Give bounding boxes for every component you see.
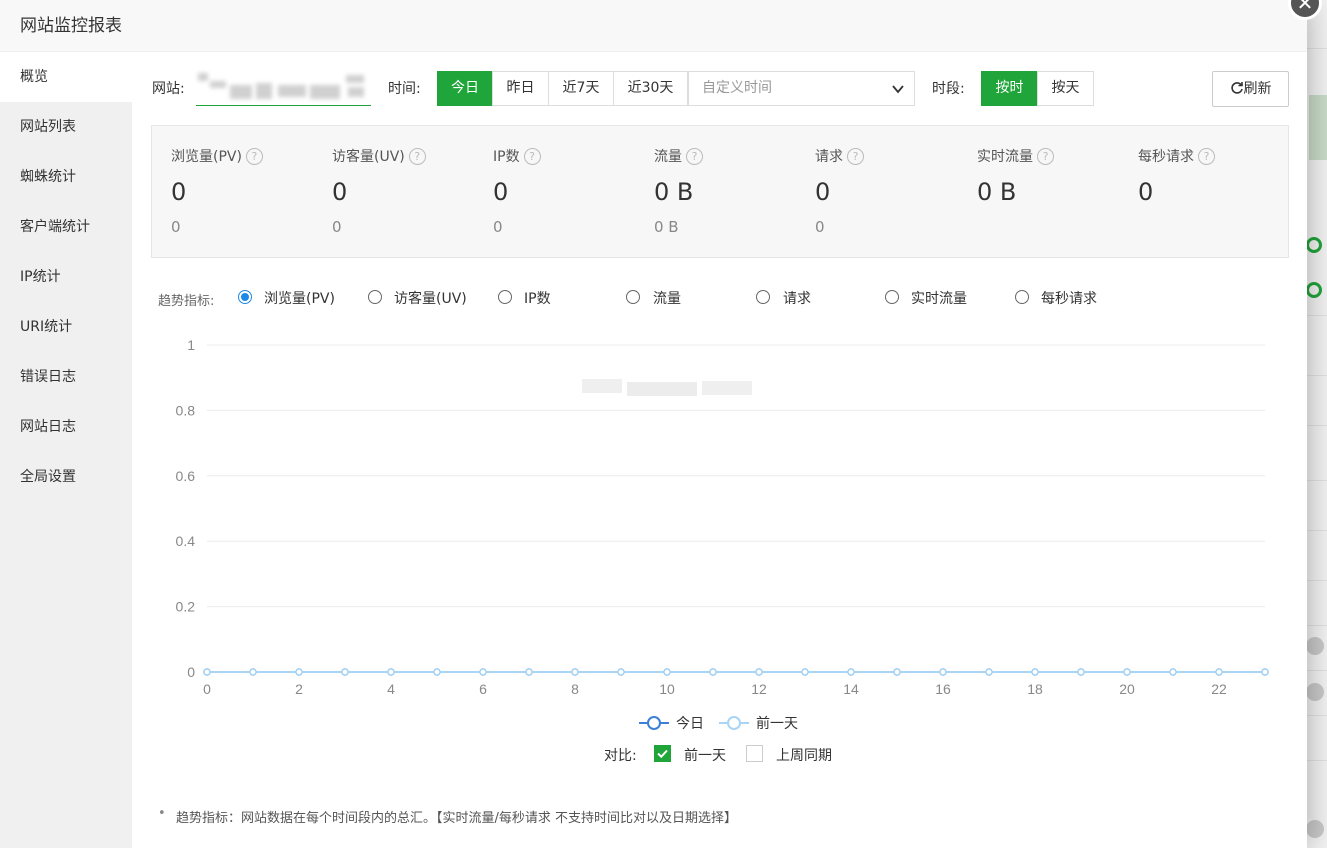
y-tick-label: 0.2	[176, 599, 196, 615]
data-point	[1215, 668, 1223, 676]
background-status-icon	[1306, 237, 1322, 253]
x-tick-label: 20	[1119, 681, 1135, 697]
trend-line-chart: 00.20.40.60.810 2 4 6 8 10 12 14 16 18 20 22今日 前一天	[176, 337, 1269, 732]
data-point	[387, 668, 395, 676]
data-point	[571, 668, 579, 676]
background-divider	[1307, 670, 1327, 671]
data-point	[1077, 668, 1085, 676]
sidebar-item-spider-stats[interactable]: 蜘蛛统计	[0, 152, 132, 202]
background-divider	[1307, 760, 1327, 761]
data-point	[939, 668, 947, 676]
data-point	[663, 668, 671, 676]
x-tick-label: 10	[659, 681, 675, 697]
data-point	[847, 668, 855, 676]
x-tick-label: 0	[203, 681, 211, 697]
overview-panel: 网站: 时间: 今日 昨日 近7天 近30天 自定义时间 时段: 按时 按天 刷…	[132, 52, 1307, 848]
background-divider	[1307, 375, 1327, 376]
background-toggle	[1306, 683, 1324, 701]
y-tick-label: 0.8	[176, 402, 196, 418]
sidebar-item-ip-stats[interactable]: IP统计	[0, 252, 132, 302]
data-point	[893, 668, 901, 676]
data-point	[1123, 668, 1131, 676]
legend-marker	[647, 716, 661, 730]
background-divider	[1307, 315, 1327, 316]
y-tick-label: 1	[187, 337, 195, 353]
x-tick-label: 2	[295, 681, 303, 697]
data-point	[479, 668, 487, 676]
data-point	[203, 668, 211, 676]
background-toggle	[1306, 637, 1324, 655]
compare-previous-day-checkbox[interactable]	[654, 745, 671, 762]
y-tick-label: 0	[187, 664, 195, 680]
data-point	[341, 668, 349, 676]
sidebar-item-overview[interactable]: 概览	[0, 52, 132, 102]
compare-previous-day-label[interactable]: 前一天	[684, 745, 726, 765]
x-tick-label: 14	[843, 681, 859, 697]
x-tick-label: 6	[479, 681, 487, 697]
legend-label: 前一天	[756, 715, 798, 732]
data-point	[525, 668, 533, 676]
x-tick-label: 4	[387, 681, 395, 697]
legend-label: 今日	[676, 716, 704, 732]
data-point	[433, 668, 441, 676]
y-tick-label: 0.4	[176, 533, 196, 549]
x-tick-label: 8	[571, 681, 579, 697]
compare-label: 对比:	[604, 748, 637, 764]
check-icon	[657, 749, 668, 759]
background-divider	[1307, 715, 1327, 716]
x-tick-label: 18	[1027, 681, 1043, 697]
background-status-icon	[1306, 282, 1322, 298]
data-point	[985, 668, 993, 676]
sidebar-item-client-stats[interactable]: 客户端统计	[0, 202, 132, 252]
x-tick-label: 12	[751, 681, 767, 697]
data-point	[1261, 668, 1269, 676]
legend-marker	[727, 716, 741, 730]
compare-last-week-label[interactable]: 上周同期	[776, 745, 832, 765]
chart-watermark	[582, 379, 752, 396]
sidebar: 概览 网站列表 蜘蛛统计 客户端统计 IP统计 URI统计 错误日志 网站日志 …	[0, 52, 132, 848]
sidebar-item-uri-stats[interactable]: URI统计	[0, 302, 132, 352]
y-tick-label: 0.6	[176, 468, 196, 484]
data-point	[1031, 668, 1039, 676]
dialog-title: 网站监控报表	[0, 0, 1307, 52]
data-point	[249, 668, 257, 676]
background-divider	[1307, 580, 1327, 581]
background-divider	[1307, 425, 1327, 426]
background-divider	[1307, 625, 1327, 626]
data-point	[755, 668, 763, 676]
data-point	[1169, 668, 1177, 676]
data-point	[295, 668, 303, 676]
sidebar-item-site-log[interactable]: 网站日志	[0, 402, 132, 452]
sidebar-item-global-settings[interactable]: 全局设置	[0, 452, 132, 502]
sidebar-item-site-list[interactable]: 网站列表	[0, 102, 132, 152]
background-divider	[1307, 530, 1327, 531]
background-divider	[1307, 48, 1327, 49]
x-tick-label: 22	[1211, 681, 1227, 697]
monitor-report-dialog: 网站监控报表 概览 网站列表 蜘蛛统计 客户端统计 IP统计 URI统计 错误日…	[0, 0, 1322, 848]
data-point	[617, 668, 625, 676]
compare-last-week-checkbox[interactable]	[746, 745, 763, 762]
background-panel	[1309, 95, 1327, 160]
background-toggle	[1306, 820, 1324, 838]
data-point	[801, 668, 809, 676]
data-point	[709, 668, 717, 676]
sidebar-item-error-log[interactable]: 错误日志	[0, 352, 132, 402]
trend-note: 趋势指标：网站数据在每个时间段内的总汇。【实时流量/每秒请求 不支持时间比对以及…	[158, 806, 737, 826]
background-divider	[1307, 480, 1327, 481]
x-tick-label: 16	[935, 681, 951, 697]
